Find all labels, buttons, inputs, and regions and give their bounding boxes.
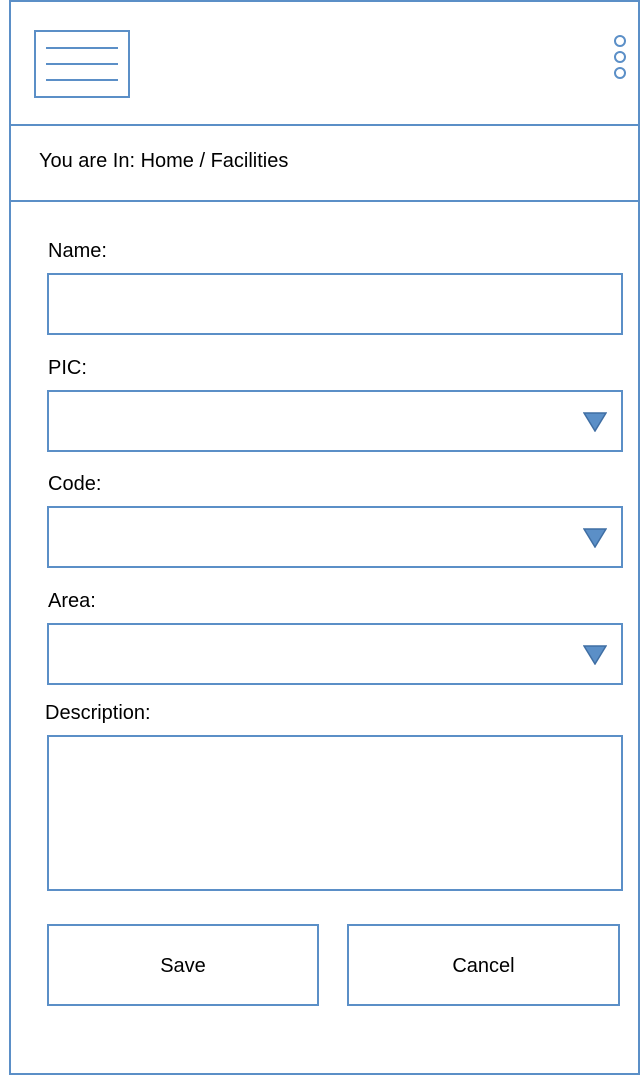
description-textarea[interactable]: [47, 735, 623, 891]
code-label: Code:: [48, 473, 102, 495]
description-label: Description:: [45, 702, 151, 724]
pic-select[interactable]: [47, 390, 623, 452]
area-label: Area:: [48, 590, 96, 612]
save-button[interactable]: Save: [47, 924, 319, 1006]
name-input[interactable]: [47, 273, 623, 335]
triangle-down-icon: [583, 528, 607, 548]
name-label: Name:: [48, 240, 107, 262]
area-select[interactable]: [47, 623, 623, 685]
cancel-button[interactable]: Cancel: [347, 924, 620, 1006]
triangle-down-icon: [583, 645, 607, 665]
dot-icon-middle: [614, 51, 626, 63]
code-select[interactable]: [47, 506, 623, 568]
dot-icon-top: [614, 35, 626, 47]
dot-icon-bottom: [614, 67, 626, 79]
breadcrumb: You are In: Home / Facilities: [39, 150, 289, 172]
menu-icon-line-middle: [46, 63, 118, 65]
more-options-button[interactable]: [612, 33, 632, 95]
menu-icon-line-bottom: [46, 79, 118, 81]
triangle-down-icon: [583, 412, 607, 432]
menu-icon-line-top: [46, 47, 118, 49]
hamburger-menu-button[interactable]: [34, 30, 130, 98]
pic-label: PIC:: [48, 357, 87, 379]
